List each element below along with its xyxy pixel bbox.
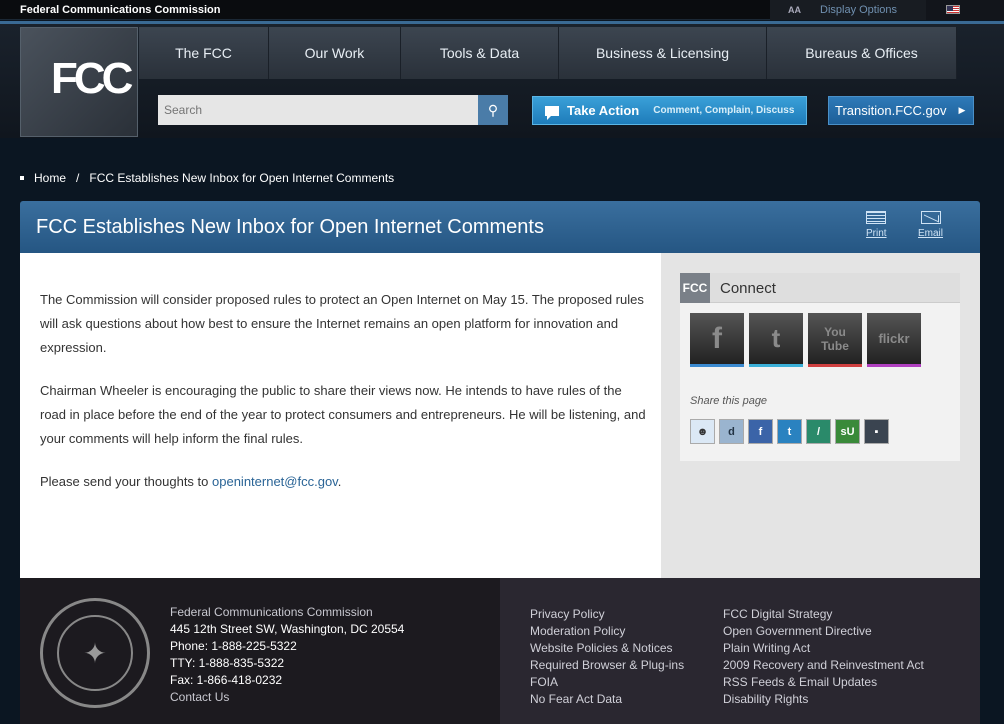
youtube-icon[interactable]: You Tube xyxy=(808,313,862,367)
flickr-icon[interactable]: flickr xyxy=(867,313,921,367)
footer-links-col-1: Privacy Policy Moderation Policy Website… xyxy=(530,606,684,708)
transition-label: Transition.FCC.gov xyxy=(835,103,947,118)
facebook-glyph: f xyxy=(712,321,722,355)
footer-fax: Fax: 1-866-418-0232 xyxy=(170,673,283,687)
youtube-glyph-line-1: You xyxy=(824,324,846,339)
footer-link[interactable]: Required Browser & Plug-ins xyxy=(530,657,684,674)
share-buttons: ☻ d f t / sU ▪ xyxy=(690,419,889,444)
twitter-share-icon[interactable]: t xyxy=(777,419,802,444)
nav-tools-data[interactable]: Tools & Data xyxy=(401,27,559,79)
footer-link[interactable]: Website Policies & Notices xyxy=(530,640,684,657)
delicious-share-icon[interactable]: / xyxy=(806,419,831,444)
main-nav: The FCC Our Work Tools & Data Business &… xyxy=(139,27,957,79)
site-footer: ✦ Federal Communications Commission 445 … xyxy=(20,578,980,724)
article-body: The Commission will consider proposed ru… xyxy=(20,253,661,578)
youtube-glyph-line-2: Tube xyxy=(821,338,849,353)
us-flag-icon xyxy=(946,5,960,14)
sidebar: FCC Connect f t You Tube flickr Share thi… xyxy=(661,253,980,578)
speech-bubble-icon xyxy=(545,105,559,120)
take-action-sub: Comment, Complain, Discuss xyxy=(653,105,795,116)
footer-link[interactable]: Open Government Directive xyxy=(723,623,924,640)
search-button[interactable]: ⚲ xyxy=(478,95,508,125)
transition-link[interactable]: Transition.FCC.gov ▶ xyxy=(828,96,974,125)
print-icon xyxy=(866,211,887,224)
breadcrumb-home[interactable]: Home xyxy=(34,171,66,185)
breadcrumb-current: FCC Establishes New Inbox for Open Inter… xyxy=(89,171,395,185)
nav-the-fcc[interactable]: The FCC xyxy=(139,27,269,79)
take-action-label: Take Action xyxy=(567,103,640,118)
stumbleupon-share-icon[interactable]: sU xyxy=(835,419,860,444)
twitter-glyph: t xyxy=(771,323,781,353)
connect-title: Connect xyxy=(720,280,776,297)
reddit-share-icon[interactable]: ☻ xyxy=(690,419,715,444)
seal-emblem-icon: ✦ xyxy=(57,615,133,691)
email-address-link[interactable]: openinternet@fcc.gov xyxy=(212,474,338,489)
footer-link[interactable]: RSS Feeds & Email Updates xyxy=(723,674,924,691)
search-icon: ⚲ xyxy=(487,101,499,118)
footer-address: Federal Communications Commission 445 12… xyxy=(170,604,404,706)
article-title-bar: FCC Establishes New Inbox for Open Inter… xyxy=(20,201,980,253)
facebook-share-icon[interactable]: f xyxy=(748,419,773,444)
envelope-icon xyxy=(920,211,941,224)
bullet-icon xyxy=(20,176,24,180)
display-options-area: AA Display Options xyxy=(770,0,926,20)
del-share-icon[interactable]: ▪ xyxy=(864,419,889,444)
twitter-icon[interactable]: t xyxy=(749,313,803,367)
footer-phone: Phone: 1-888-225-5322 xyxy=(170,639,297,653)
take-action-button[interactable]: Take Action Comment, Complain, Discuss xyxy=(532,96,807,125)
fcc-seal: ✦ xyxy=(40,598,150,708)
footer-link[interactable]: Privacy Policy xyxy=(530,606,684,623)
display-options-link[interactable]: Display Options xyxy=(820,4,897,16)
logo-text: FCC xyxy=(51,54,133,103)
connect-panel: FCC Connect f t You Tube flickr Share thi… xyxy=(680,273,960,461)
footer-link[interactable]: FCC Digital Strategy xyxy=(723,606,924,623)
footer-org: Federal Communications Commission xyxy=(170,605,373,619)
share-label: Share this page xyxy=(690,395,768,407)
email-link[interactable]: Email xyxy=(918,211,943,239)
nav-bureaus-offices[interactable]: Bureaus & Offices xyxy=(767,27,957,79)
footer-street: 445 12th Street SW, Washington, DC 20554 xyxy=(170,622,405,636)
breadcrumb-separator: / xyxy=(76,171,80,185)
digg-share-icon[interactable]: d xyxy=(719,419,744,444)
footer-tty: TTY: 1-888-835-5322 xyxy=(170,656,285,670)
footer-link[interactable]: No Fear Act Data xyxy=(530,691,684,708)
footer-link[interactable]: Disability Rights xyxy=(723,691,924,708)
connect-header: FCC Connect xyxy=(680,273,960,303)
font-size-icon[interactable]: AA xyxy=(788,5,801,15)
facebook-icon[interactable]: f xyxy=(690,313,744,367)
article-paragraph-2: Chairman Wheeler is encouraging the publ… xyxy=(40,383,646,446)
utility-bar: Federal Communications Commission AA Dis… xyxy=(0,0,1004,20)
footer-link[interactable]: Moderation Policy xyxy=(530,623,684,640)
footer-contact-link[interactable]: Contact Us xyxy=(170,689,404,706)
paragraph-3-prefix: Please send your thoughts to xyxy=(40,474,213,489)
footer-link[interactable]: 2009 Recovery and Reinvestment Act xyxy=(723,657,924,674)
print-link[interactable]: Print xyxy=(866,211,887,239)
nav-business-licensing[interactable]: Business & Licensing xyxy=(559,27,767,79)
site-title[interactable]: Federal Communications Commission xyxy=(20,4,220,16)
nav-our-work[interactable]: Our Work xyxy=(269,27,401,79)
article-paragraph-1: The Commission will consider proposed ru… xyxy=(40,292,644,355)
paragraph-3-suffix: . xyxy=(337,474,342,489)
footer-link[interactable]: Plain Writing Act xyxy=(723,640,924,657)
footer-link[interactable]: FOIA xyxy=(530,674,684,691)
breadcrumb: Home / FCC Establishes New Inbox for Ope… xyxy=(20,171,394,185)
youtube-glyph: You Tube xyxy=(821,325,849,353)
article-paragraph-3: Please send your thoughts to openinterne… xyxy=(40,470,650,494)
fcc-mini-logo: FCC xyxy=(680,273,710,303)
page-title: FCC Establishes New Inbox for Open Inter… xyxy=(36,216,544,238)
language-selector[interactable] xyxy=(926,0,1004,20)
play-arrow-icon: ▶ xyxy=(958,105,966,115)
print-label: Print xyxy=(866,228,887,239)
flickr-glyph: flickr xyxy=(878,331,910,346)
email-label: Email xyxy=(918,228,944,239)
footer-links-col-2: FCC Digital Strategy Open Government Dir… xyxy=(723,606,924,708)
fcc-logo[interactable]: FCC xyxy=(20,27,138,137)
site-header: FCC The FCC Our Work Tools & Data Busine… xyxy=(0,21,1004,138)
search-input[interactable] xyxy=(158,95,478,125)
